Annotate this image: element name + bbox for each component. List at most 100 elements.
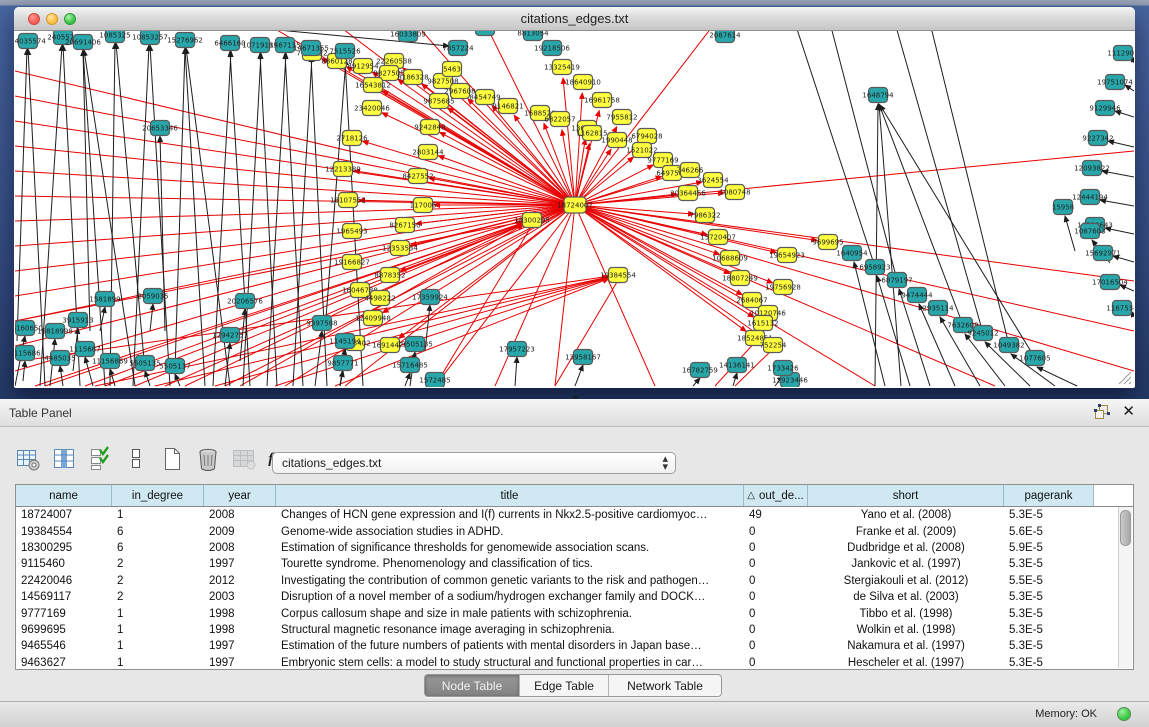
network-node[interactable]: 19218506 xyxy=(534,41,570,56)
network-node[interactable]: 1049382 xyxy=(993,338,1024,353)
network-node[interactable]: 6958923 xyxy=(859,260,890,275)
network-node[interactable]: 9699695 xyxy=(812,235,843,250)
network-node[interactable]: 17359924 xyxy=(412,290,448,305)
cell-pagerank[interactable]: 5.6E-5 xyxy=(1004,523,1094,539)
network-node[interactable]: 1112904 xyxy=(1107,46,1134,61)
cell-pagerank[interactable]: 5.3E-5 xyxy=(1004,589,1094,605)
network-canvas[interactable]: 7463822886012889129542226053898275051654… xyxy=(15,31,1134,387)
cell-year[interactable]: 2008 xyxy=(204,540,276,556)
network-node[interactable]: 20364456 xyxy=(670,186,706,201)
network-node[interactable]: 7857224 xyxy=(442,41,474,56)
network-node[interactable]: 3624554 xyxy=(697,173,729,188)
network-node[interactable]: 15720407 xyxy=(700,230,736,245)
cell-year[interactable]: 2003 xyxy=(204,589,276,605)
cell-in_degree[interactable]: 1 xyxy=(112,655,204,671)
network-node[interactable]: 117006 xyxy=(410,198,437,213)
network-node[interactable]: 3915913 xyxy=(62,313,93,328)
cell-out_de[interactable]: 0 xyxy=(744,589,808,605)
cell-short[interactable]: Dudbridge et al. (2008) xyxy=(808,540,1004,556)
network-node[interactable]: 16961758 xyxy=(584,93,620,108)
column-header-name[interactable]: name xyxy=(16,485,112,506)
cell-out_de[interactable]: 0 xyxy=(744,605,808,621)
column-header-in_degree[interactable]: in_degree xyxy=(112,485,204,506)
table-row[interactable]: 977716911998Corpus callosum shape and si… xyxy=(16,605,1133,621)
cell-title[interactable]: Estimation of significance thresholds fo… xyxy=(276,540,744,556)
network-node[interactable]: 2718126 xyxy=(336,131,368,146)
network-node[interactable]: 5463 xyxy=(443,62,462,77)
network-node[interactable]: 6794028 xyxy=(631,129,662,144)
cell-in_degree[interactable]: 1 xyxy=(112,622,204,638)
new-column-icon[interactable] xyxy=(158,446,185,473)
cell-name[interactable]: 9699695 xyxy=(16,622,112,638)
cell-title[interactable]: Changes of HCN gene expression and I(f) … xyxy=(276,507,744,523)
network-node[interactable]: 1965493 xyxy=(336,224,367,239)
cell-short[interactable]: Yano et al. (2008) xyxy=(808,507,1004,523)
cell-out_de[interactable]: 49 xyxy=(744,507,808,523)
table-row[interactable]: 1872400712008Changes of HCN gene express… xyxy=(16,507,1133,523)
network-node[interactable]: 8267150 xyxy=(389,218,420,233)
column-header-year[interactable]: year xyxy=(204,485,276,506)
table-body[interactable]: 1872400712008Changes of HCN gene express… xyxy=(16,507,1133,671)
network-node[interactable]: 9129946 xyxy=(1089,101,1121,116)
network-node[interactable]: 12213389 xyxy=(325,162,361,177)
cell-name[interactable]: 9115460 xyxy=(16,556,112,572)
import-table-icon[interactable] xyxy=(230,446,257,473)
network-node[interactable]: 7955812 xyxy=(606,110,637,125)
network-node[interactable]: 1085325 xyxy=(99,31,130,43)
cell-year[interactable]: 2008 xyxy=(204,507,276,523)
network-node[interactable]: 16782759 xyxy=(682,363,718,378)
cell-pagerank[interactable]: 5.3E-5 xyxy=(1004,638,1094,654)
tab-network-table[interactable]: Network Table xyxy=(609,675,721,696)
row-icon[interactable] xyxy=(122,446,149,473)
network-node[interactable]: 18640910 xyxy=(565,75,601,90)
network-node[interactable]: 9227342 xyxy=(1082,131,1113,146)
float-panel-icon[interactable] xyxy=(1094,404,1110,420)
network-node[interactable]: 7986322 xyxy=(689,208,720,223)
cell-year[interactable]: 2012 xyxy=(204,573,276,589)
cell-pagerank[interactable]: 5.3E-5 xyxy=(1004,655,1094,671)
node-table[interactable]: namein_degreeyeartitle△out_de...shortpag… xyxy=(15,484,1134,670)
cell-out_de[interactable]: 0 xyxy=(744,655,808,671)
network-node[interactable]: 2087614 xyxy=(709,31,741,43)
cell-name[interactable]: 9777169 xyxy=(16,605,112,621)
table-scrollbar[interactable] xyxy=(1118,507,1132,668)
network-node[interactable]: 9857771 xyxy=(327,356,358,371)
cell-year[interactable]: 1997 xyxy=(204,655,276,671)
network-node[interactable]: 752254 xyxy=(760,338,787,353)
table-row[interactable]: 2242004622012Investigating the contribut… xyxy=(16,573,1133,589)
cell-pagerank[interactable]: 5.3E-5 xyxy=(1004,605,1094,621)
cell-year[interactable]: 2009 xyxy=(204,523,276,539)
cell-title[interactable]: Corpus callosum shape and size in male p… xyxy=(276,605,744,621)
network-view-window[interactable]: citations_edges.txt 74638228860128891295… xyxy=(14,7,1135,388)
cell-title[interactable]: Structural magnetic resonance image aver… xyxy=(276,622,744,638)
network-node[interactable]: 1648794 xyxy=(862,88,894,103)
table-row[interactable]: 1830029562008Estimation of significance … xyxy=(16,540,1133,556)
network-graph[interactable]: 7463822886012889129542226053898275051654… xyxy=(15,31,1134,387)
network-node[interactable]: 20653346 xyxy=(142,121,178,136)
network-node[interactable]: 17957223 xyxy=(499,342,535,357)
column-header-short[interactable]: short xyxy=(808,485,1004,506)
column-header-title[interactable]: title xyxy=(276,485,744,506)
table-row[interactable]: 1938455462009Genome-wide association stu… xyxy=(16,523,1133,539)
network-node[interactable]: 2935114 xyxy=(922,301,954,316)
table-row[interactable]: 946362711997Embryonic stem cells: a mode… xyxy=(16,655,1133,671)
delete-icon[interactable] xyxy=(194,446,221,473)
network-node[interactable]: 8813054 xyxy=(517,31,549,41)
cell-pagerank[interactable]: 5.5E-5 xyxy=(1004,573,1094,589)
network-node[interactable]: 23420046 xyxy=(354,101,390,116)
network-node[interactable]: 13325419 xyxy=(544,60,580,75)
column-header-out_de[interactable]: △out_de... xyxy=(744,485,808,506)
network-node[interactable]: 9474444 xyxy=(901,288,933,303)
cell-year[interactable]: 1998 xyxy=(204,622,276,638)
cell-in_degree[interactable]: 6 xyxy=(112,540,204,556)
cell-name[interactable]: 9465546 xyxy=(16,638,112,654)
cell-pagerank[interactable]: 5.3E-5 xyxy=(1004,556,1094,572)
network-node[interactable]: 8427552 xyxy=(402,169,433,184)
cell-out_de[interactable]: 0 xyxy=(744,540,808,556)
cell-short[interactable]: Wolkin et al. (1998) xyxy=(808,622,1004,638)
cell-in_degree[interactable]: 1 xyxy=(112,605,204,621)
network-node[interactable]: 1521022 xyxy=(626,143,657,158)
cell-out_de[interactable]: 0 xyxy=(744,638,808,654)
network-node[interactable]: 8912604 xyxy=(469,31,501,36)
cell-title[interactable]: Genome-wide association studies in ADHD. xyxy=(276,523,744,539)
